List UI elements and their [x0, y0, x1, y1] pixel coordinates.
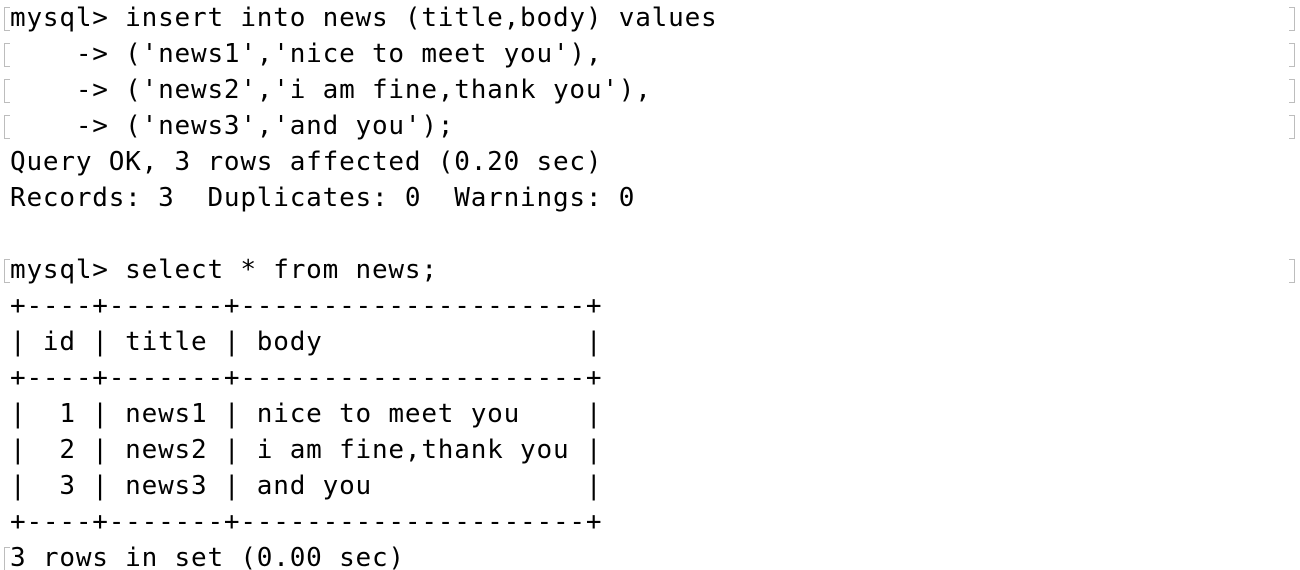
- continuation-line: -> ('news2','i am fine,thank you'),: [10, 75, 652, 105]
- table-row: | 1 | news1 | nice to meet you |: [10, 399, 603, 429]
- table-border: +----+-------+---------------------+: [10, 363, 603, 393]
- line-marker-right: [1289, 115, 1295, 139]
- table-row: | 2 | news2 | i am fine,thank you |: [10, 435, 603, 465]
- table-row: | 3 | news3 | and you |: [10, 471, 603, 501]
- table-border: +----+-------+---------------------+: [10, 291, 603, 321]
- query-result-line: Query OK, 3 rows affected (0.20 sec): [10, 147, 603, 177]
- result-summary-line: 3 rows in set (0.00 sec): [10, 543, 405, 570]
- table-border: +----+-------+---------------------+: [10, 507, 603, 537]
- line-marker-right: [1289, 43, 1295, 67]
- continuation-line: -> ('news1','nice to meet you'),: [10, 39, 603, 69]
- query-stats-line: Records: 3 Duplicates: 0 Warnings: 0: [10, 183, 636, 213]
- line-marker-right: [1289, 79, 1295, 103]
- continuation-line: -> ('news3','and you');: [10, 111, 455, 141]
- line-marker-right: [1289, 7, 1295, 31]
- table-header-row: | id | title | body |: [10, 327, 603, 357]
- command-line: mysql> insert into news (title,body) val…: [10, 3, 718, 33]
- command-line: mysql> select * from news;: [10, 255, 438, 285]
- terminal-window[interactable]: mysql> insert into news (title,body) val…: [0, 0, 1300, 570]
- line-marker-right: [1289, 259, 1295, 283]
